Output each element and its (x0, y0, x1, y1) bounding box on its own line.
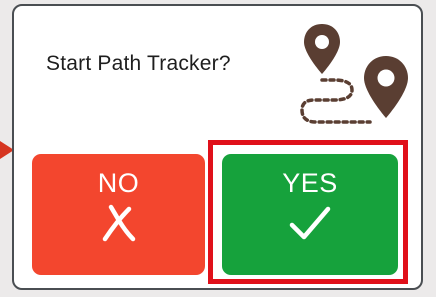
no-button[interactable]: NO (32, 154, 205, 275)
dialog-prompt: Start Path Tracker? (46, 52, 231, 75)
yes-button[interactable]: YES (222, 154, 398, 275)
cross-icon (102, 204, 135, 242)
checkmark-icon (289, 206, 331, 240)
route-with-pins-icon (300, 24, 408, 124)
path-tracker-dialog: Start Path Tracker? NO YES (12, 4, 423, 290)
yes-button-label: YES (282, 168, 338, 198)
no-button-label: NO (97, 168, 140, 198)
